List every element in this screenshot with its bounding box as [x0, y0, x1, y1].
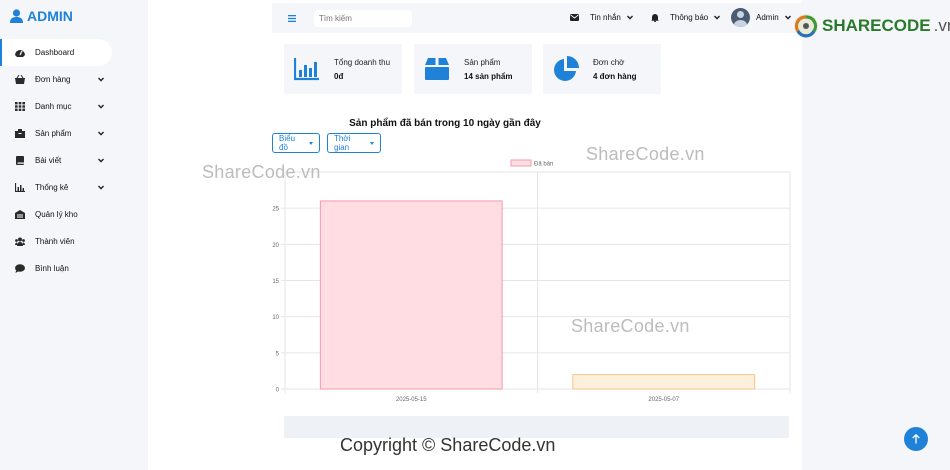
y-tick-label: 10 — [272, 315, 279, 321]
scroll-to-top-button[interactable] — [904, 427, 928, 451]
logo-suffix: .vn — [933, 16, 950, 35]
sharecode-logo: SHARECODE.vn — [793, 12, 950, 40]
y-tick-label: 15 — [272, 279, 279, 285]
y-tick-label: 5 — [276, 351, 280, 357]
watermark-text: ShareCode.vn — [586, 144, 705, 164]
y-tick-label: 0 — [276, 388, 280, 394]
bar — [319, 200, 503, 390]
logo-text: SHARECODE — [822, 16, 931, 35]
x-tick-label: 2025-05-07 — [648, 397, 679, 403]
sharecode-logo-icon — [794, 14, 818, 38]
legend-label: Đã bán — [534, 162, 553, 168]
legend-swatch — [510, 159, 532, 167]
watermark-text: ShareCode.vn — [571, 316, 690, 336]
watermark-text: ShareCode.vn — [202, 162, 321, 182]
bar — [572, 374, 756, 390]
copyright-watermark: Copyright © ShareCode.vn — [340, 435, 556, 455]
y-tick-label: 20 — [272, 243, 279, 249]
bar-chart: 0 5 10 15 20 25 2025-05-15 2025-05-07 Đã bán — [272, 159, 791, 403]
y-tick-label: 25 — [272, 207, 279, 213]
x-tick-label: 2025-05-15 — [396, 397, 427, 403]
arrow-up-icon — [912, 434, 920, 444]
